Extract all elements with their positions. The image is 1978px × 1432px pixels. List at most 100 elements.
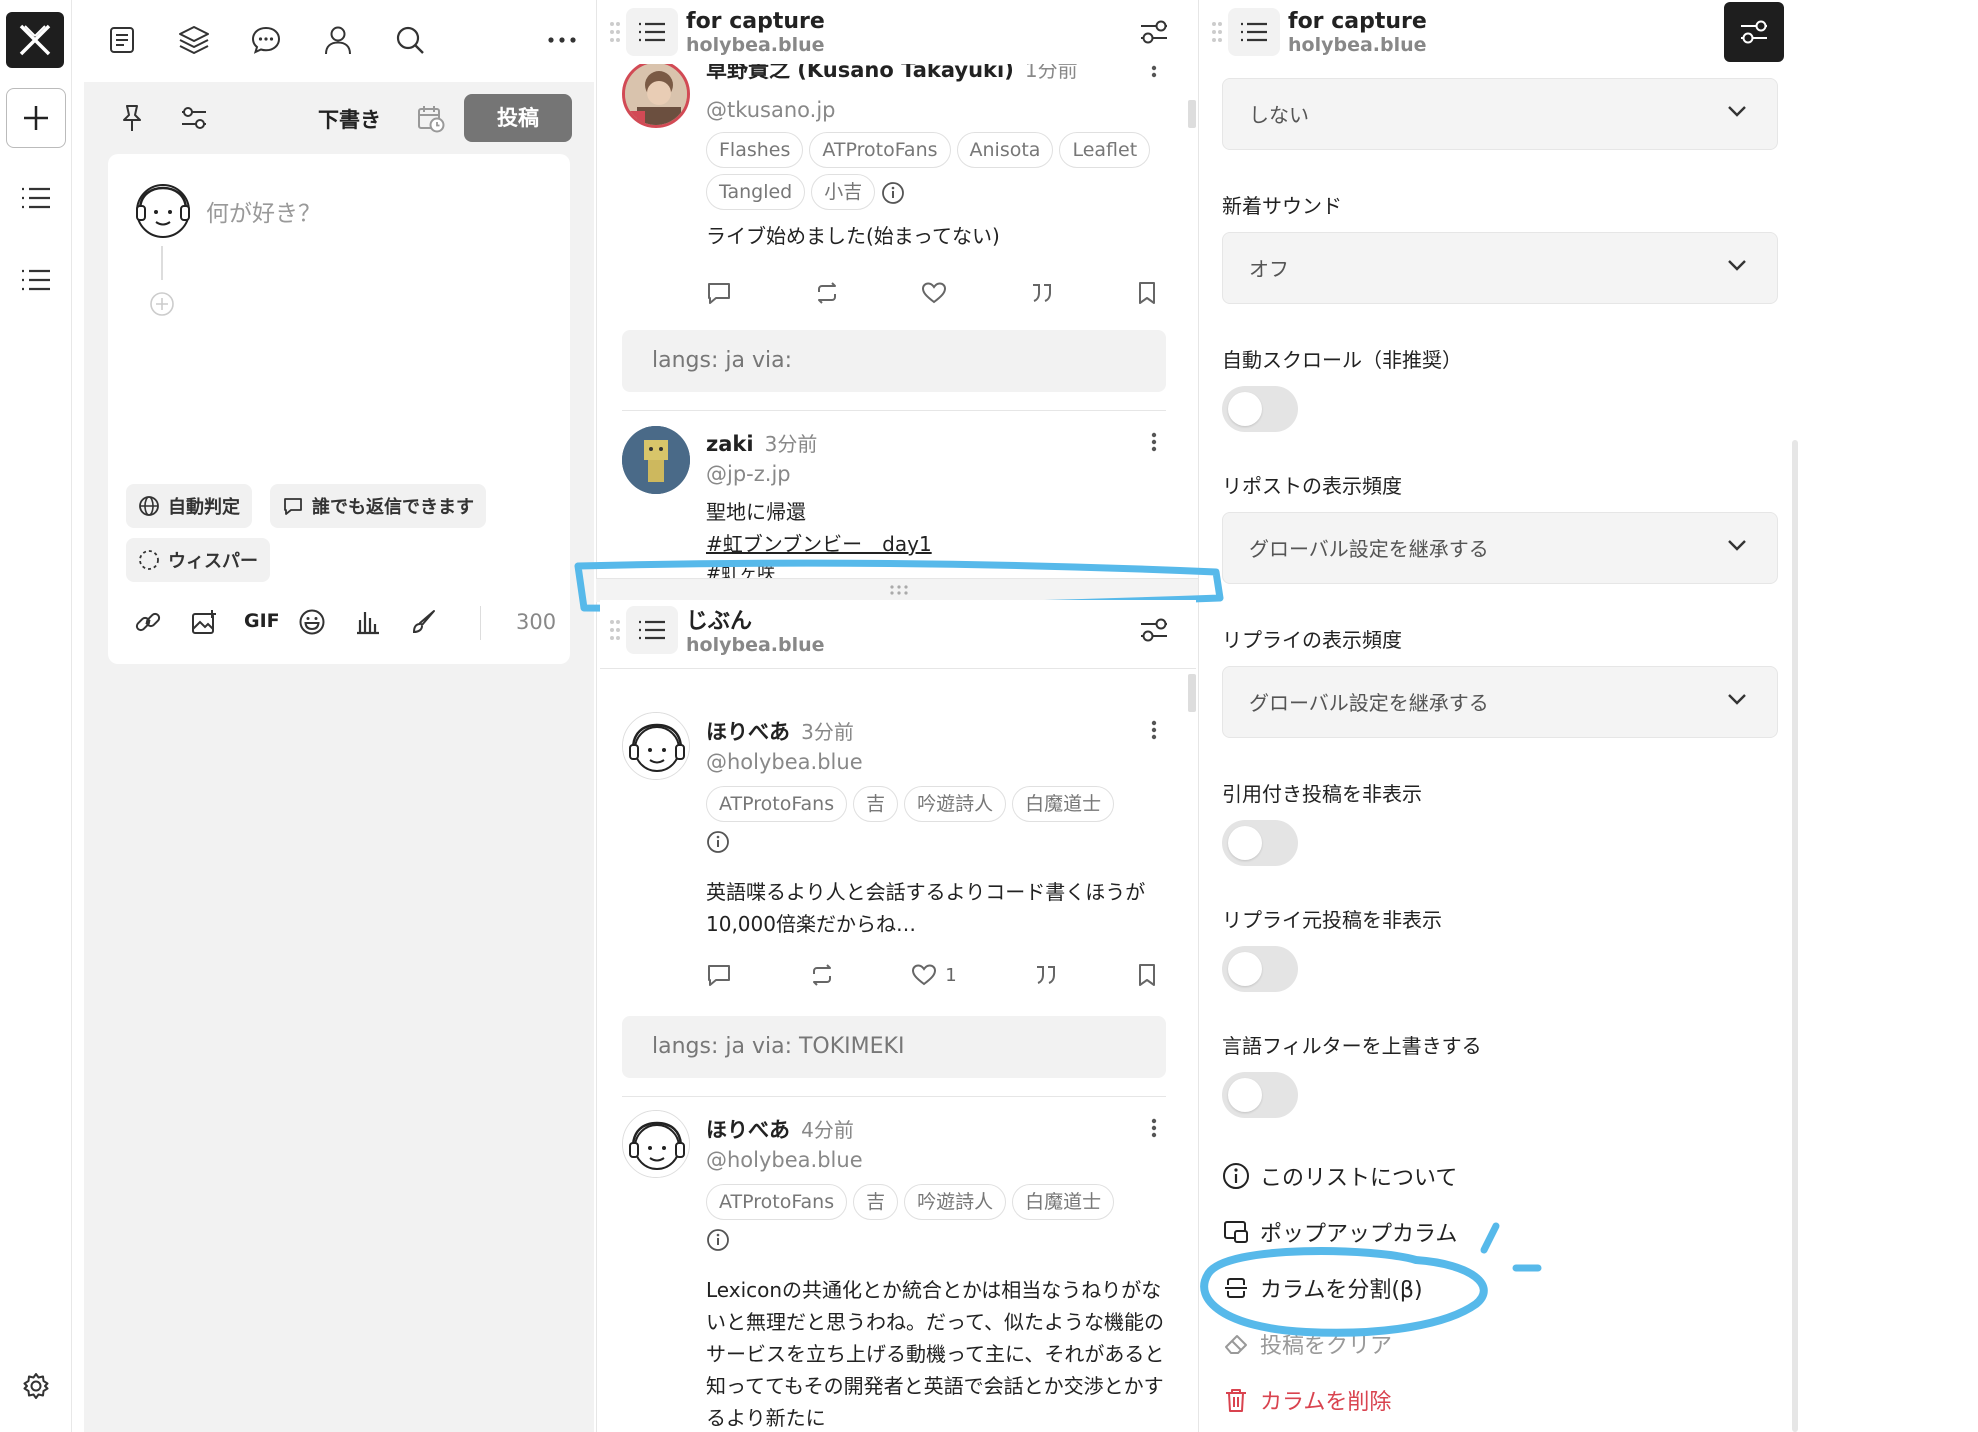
post-button[interactable]: 投稿 [464, 94, 572, 142]
search-icon[interactable] [388, 20, 432, 60]
avatar[interactable] [622, 712, 690, 780]
quote-icon[interactable] [1029, 281, 1055, 305]
scrollbar-thumb[interactable] [1188, 674, 1196, 712]
column-settings-icon[interactable] [1136, 16, 1172, 48]
column-list-icon[interactable] [626, 8, 678, 56]
column-settings-icon-active[interactable] [1724, 2, 1784, 62]
delete-column-item[interactable]: カラムを削除 [1222, 1384, 1391, 1416]
tag[interactable]: Leaflet [1059, 132, 1151, 168]
post-handle[interactable]: @holybea.blue [706, 1148, 863, 1172]
like-icon[interactable] [911, 963, 937, 987]
tag[interactable]: ATProtoFans [809, 132, 951, 168]
select-top[interactable]: しない [1222, 78, 1778, 150]
post-menu-icon[interactable] [1144, 432, 1164, 452]
repost-frequency-select[interactable]: グローバル設定を継承する [1222, 512, 1778, 584]
about-list-item[interactable]: このリストについて [1222, 1160, 1457, 1192]
post-handle[interactable]: @jp-z.jp [706, 462, 791, 486]
emoji-icon[interactable] [296, 606, 328, 638]
drag-grip-icon[interactable] [608, 18, 622, 46]
tag[interactable]: Anisota [956, 132, 1054, 168]
like-group[interactable]: 1 [911, 963, 957, 987]
post-author[interactable]: ほりべあ [706, 720, 790, 744]
select-top-value: しない [1249, 103, 1309, 127]
composer-card: 何が好き？ 自動判定 誰でも返信できます ウィスパー GIF 300 [108, 154, 570, 664]
reply-frequency-select[interactable]: グローバル設定を継承する [1222, 666, 1778, 738]
tag[interactable]: 吟遊詩人 [904, 786, 1007, 822]
settings-scrollbar[interactable] [1792, 440, 1798, 1432]
tag[interactable]: Tangled [706, 174, 806, 210]
add-column-button[interactable] [6, 88, 66, 148]
new-sound-select[interactable]: オフ [1222, 232, 1778, 304]
settings-gear-icon[interactable] [16, 1366, 56, 1406]
tag[interactable]: 吉 [853, 786, 899, 822]
post-menu-icon[interactable] [1144, 1118, 1164, 1138]
list-column-icon[interactable] [16, 262, 56, 298]
schedule-icon[interactable] [412, 100, 450, 138]
add-thread-icon[interactable] [148, 290, 176, 318]
bookmark-icon[interactable] [1136, 963, 1158, 987]
whisper-chip[interactable]: ウィスパー [126, 538, 270, 582]
feed-icon[interactable] [100, 20, 144, 60]
avatar[interactable] [622, 1110, 690, 1178]
gif-button[interactable]: GIF [244, 610, 280, 632]
link-icon[interactable] [132, 606, 164, 638]
hide-reply-parent-toggle[interactable] [1222, 946, 1298, 992]
reply-icon[interactable] [706, 281, 732, 305]
info-icon[interactable] [706, 1228, 730, 1252]
tag[interactable]: Flashes [706, 132, 804, 168]
tag[interactable]: ATProtoFans [706, 786, 848, 822]
post-handle[interactable]: @holybea.blue [706, 750, 863, 774]
post-handle[interactable]: @tkusano.jp [706, 98, 836, 122]
column-list-icon[interactable] [626, 606, 678, 654]
composer-settings-icon[interactable] [176, 100, 212, 136]
post-card[interactable]: ほりべあ 4分前 @holybea.blue ATProtoFans 吉吟遊詩人白… [622, 1110, 1182, 1432]
tag[interactable]: 白魔道士 [1012, 786, 1115, 822]
language-chip[interactable]: 自動判定 [126, 484, 252, 528]
hide-quote-toggle[interactable] [1222, 820, 1298, 866]
scrollbar-thumb[interactable] [1188, 100, 1196, 128]
poll-icon[interactable] [352, 606, 384, 638]
tag[interactable]: 白魔道士 [1012, 1184, 1115, 1220]
char-divider [480, 606, 481, 640]
avatar[interactable] [622, 426, 690, 494]
info-icon[interactable] [706, 830, 730, 854]
autoscroll-toggle[interactable] [1222, 386, 1298, 432]
post-author[interactable]: zaki [706, 432, 754, 456]
post-text: 聖地に帰還 [706, 500, 806, 524]
drag-grip-icon[interactable] [608, 616, 622, 644]
reply-setting-chip[interactable]: 誰でも返信できます [270, 484, 486, 528]
bookmark-icon[interactable] [1136, 281, 1158, 305]
layers-icon[interactable] [172, 20, 216, 60]
brush-icon[interactable] [408, 606, 440, 638]
app-logo-icon[interactable] [6, 12, 64, 68]
composer-input[interactable]: 何が好き？ [206, 194, 321, 228]
info-icon[interactable] [881, 181, 905, 205]
tag[interactable]: 吟遊詩人 [904, 1184, 1007, 1220]
draft-button[interactable]: 下書き [318, 104, 381, 134]
post-author[interactable]: ほりべあ [706, 1118, 790, 1142]
image-add-icon[interactable] [188, 606, 220, 638]
new-sound-value: オフ [1249, 257, 1289, 281]
tag[interactable]: 小吉 [811, 174, 876, 210]
more-icon[interactable] [540, 20, 584, 60]
list-column-icon[interactable] [16, 180, 56, 216]
pin-icon[interactable] [114, 100, 150, 136]
tag[interactable]: ATProtoFans [706, 1184, 848, 1220]
post-actions: 1 [706, 960, 1158, 990]
profile-icon[interactable] [316, 20, 360, 60]
post-card[interactable]: ほりべあ 3分前 @holybea.blue ATProtoFans 吉吟遊詩人白… [622, 712, 1182, 992]
post-menu-icon[interactable] [1144, 720, 1164, 740]
repost-icon[interactable] [814, 281, 840, 305]
language-override-toggle[interactable] [1222, 1072, 1298, 1118]
column-list-icon[interactable] [1228, 8, 1280, 56]
like-icon[interactable] [921, 281, 947, 305]
tag[interactable]: 吉 [853, 1184, 899, 1220]
chat-icon[interactable] [244, 20, 288, 60]
drag-grip-icon[interactable] [1210, 18, 1224, 46]
reply-icon[interactable] [706, 963, 732, 987]
column-settings-icon[interactable] [1136, 614, 1172, 646]
avatar[interactable] [622, 60, 690, 128]
repost-icon[interactable] [809, 963, 835, 987]
quote-icon[interactable] [1033, 963, 1059, 987]
comment-icon [282, 495, 304, 517]
